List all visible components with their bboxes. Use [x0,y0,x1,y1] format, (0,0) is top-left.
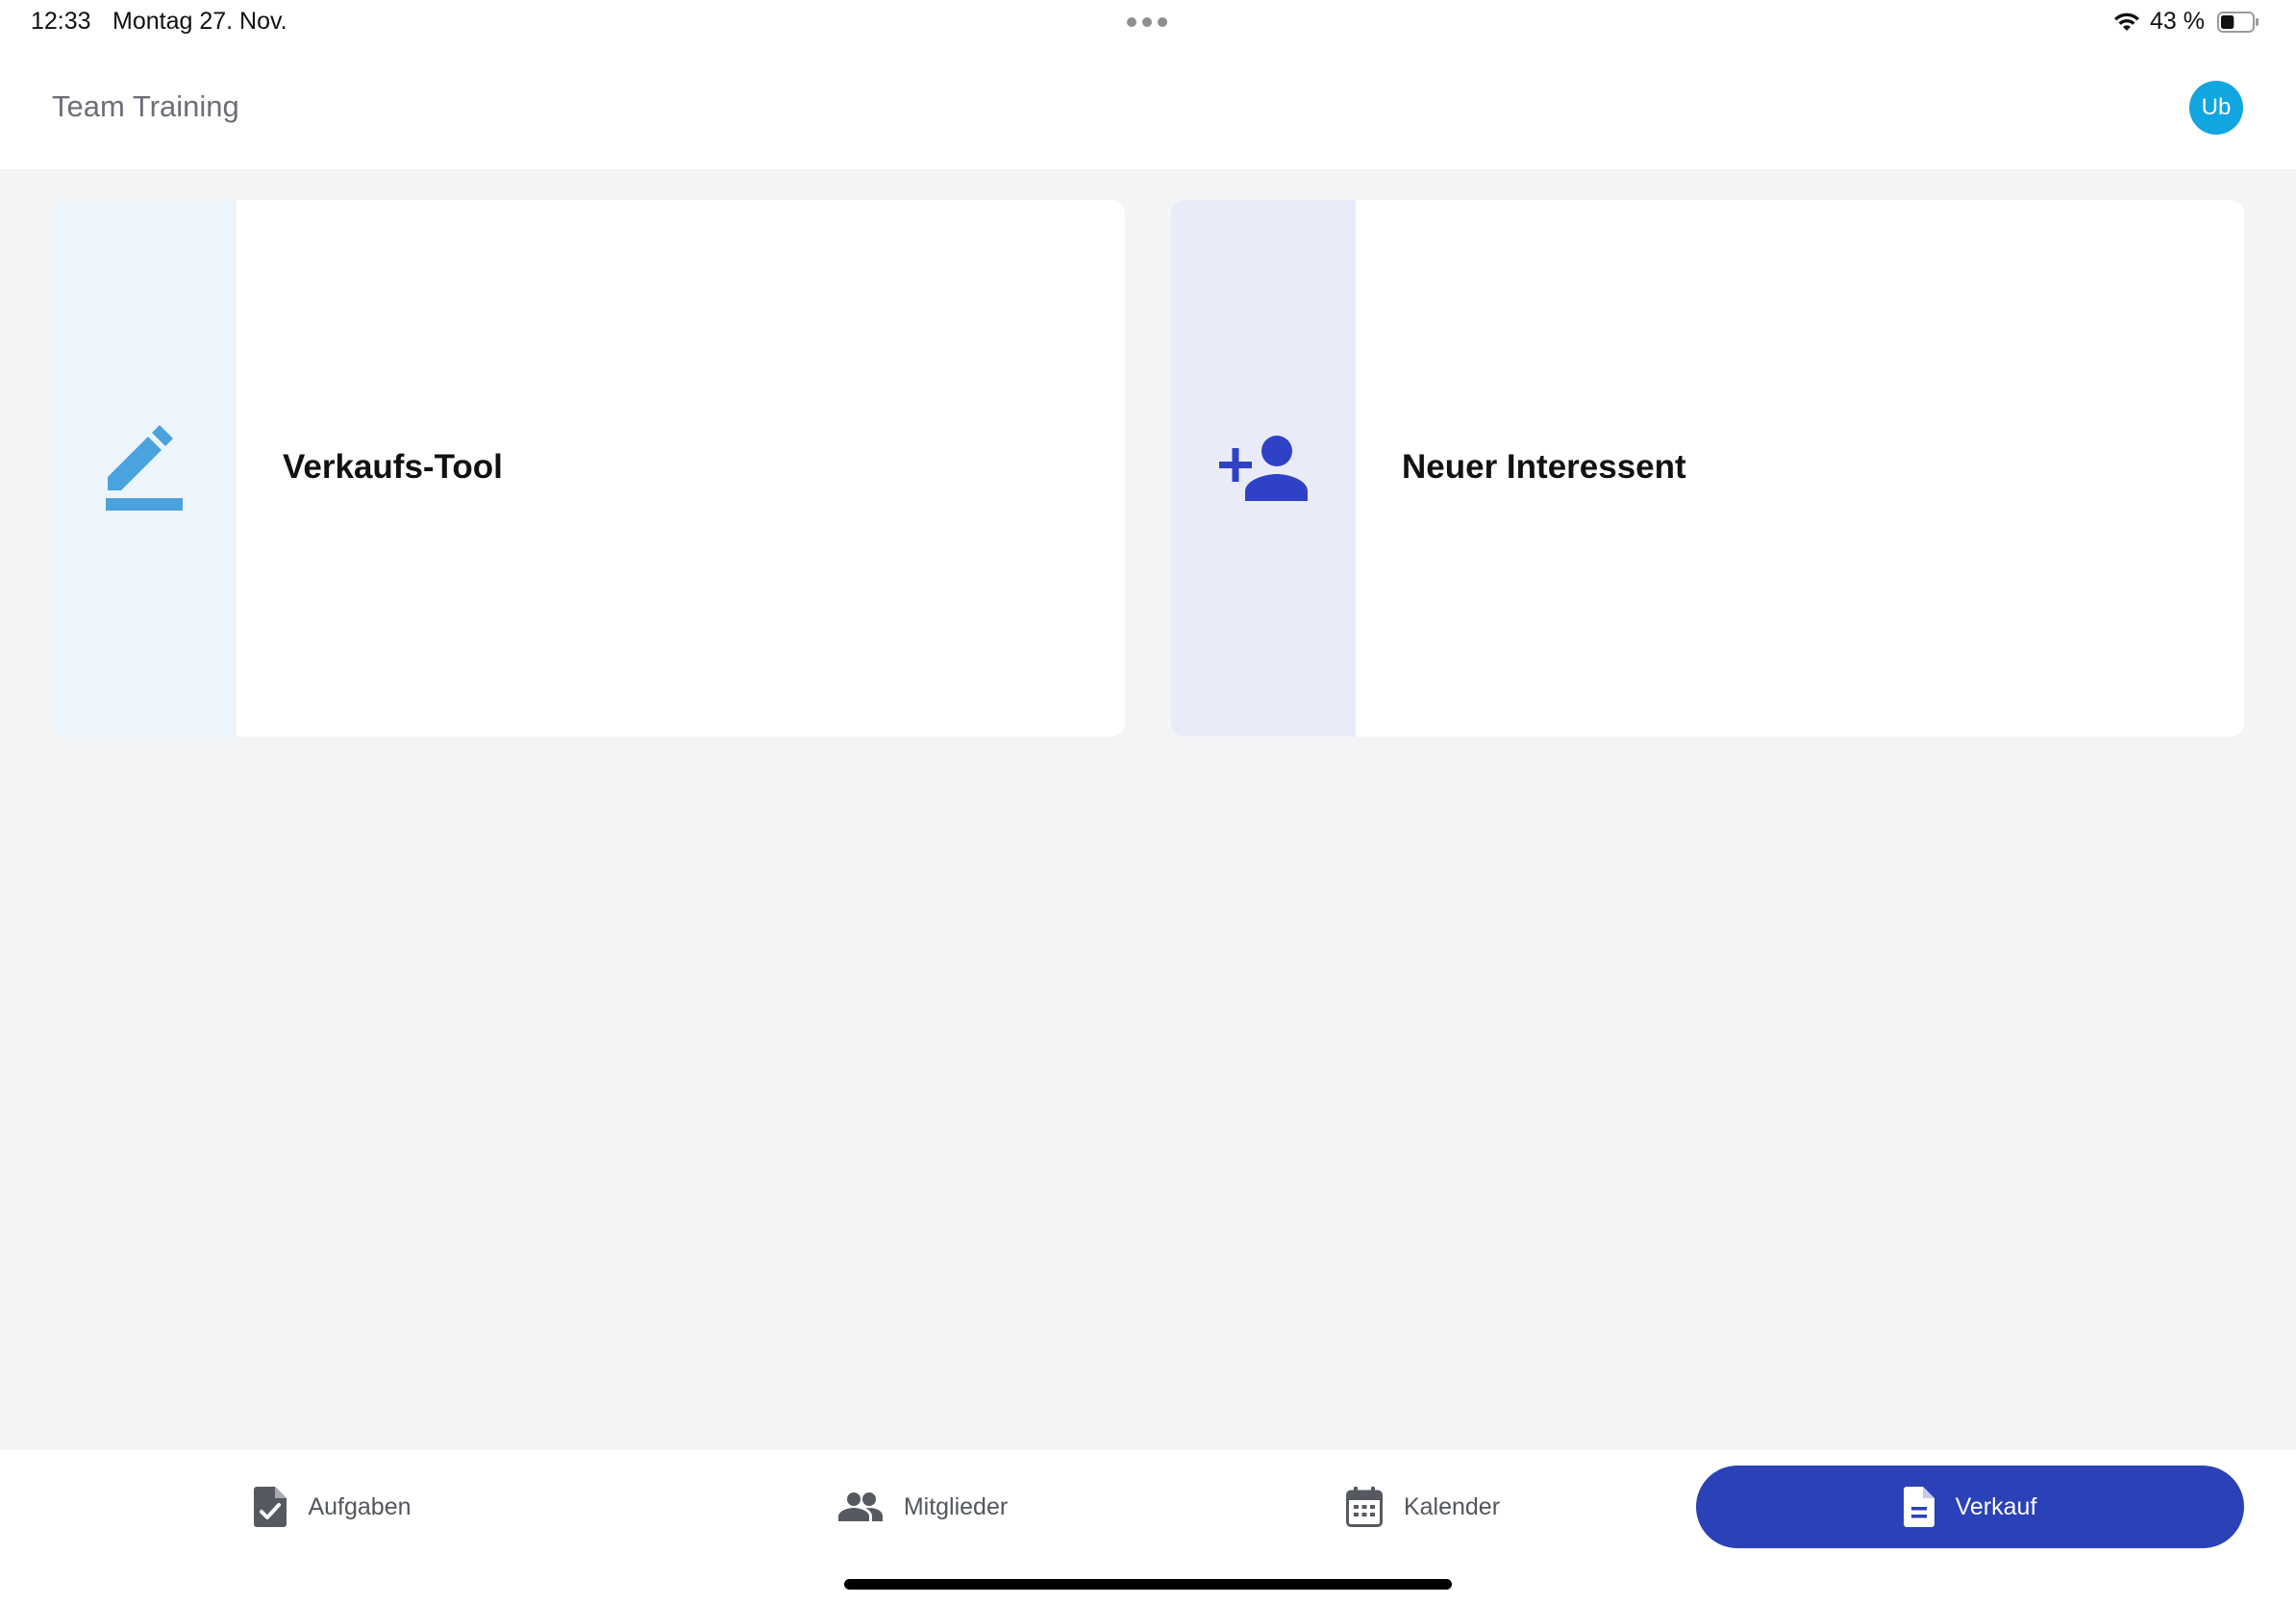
sales-tool-card[interactable]: Verkaufs-Tool [52,200,1125,737]
nav-item-mitglieder[interactable]: Mitglieder [731,1466,1115,1548]
card-label: Neuer Interessent [1402,448,1686,486]
main-content: Verkaufs-Tool Neuer Interessent [0,169,2296,1450]
new-prospect-card[interactable]: Neuer Interessent [1171,200,2244,737]
nav-label: Kalender [1403,1492,1501,1520]
people-icon [837,1492,883,1521]
card-label: Verkaufs-Tool [283,448,503,486]
nav-item-aufgaben[interactable]: Aufgaben [188,1466,477,1548]
status-bar: 12:33 Montag 27. Nov. 43 % [0,0,2296,46]
page-title: Team Training [52,89,239,123]
nav-item-verkauf[interactable]: Verkauf [1696,1466,2244,1548]
card-icon-panel [1171,200,1356,737]
nav-label: Mitglieder [903,1492,1009,1520]
add-person-icon [1219,436,1308,501]
wifi-icon [2114,13,2139,31]
pencil-icon [106,425,183,511]
avatar[interactable]: Ub [2189,81,2243,135]
more-dots-icon[interactable] [1127,17,1169,27]
bottom-navigation: Aufgaben Mitglieder Kalender Verkauf [0,1450,2296,1604]
card-icon-panel [52,200,237,737]
status-time: 12:33 [31,8,91,35]
nav-item-kalender[interactable]: Kalender [1279,1466,1567,1548]
battery-icon [2217,12,2259,33]
home-indicator[interactable] [844,1579,1452,1590]
nav-label: Verkauf [1955,1492,2037,1520]
app-header: Team Training Ub [0,46,2296,169]
battery-percent: 43 % [2150,8,2205,35]
status-date: Montag 27. Nov. [112,8,287,35]
document-icon [1903,1487,1934,1527]
task-check-icon [254,1487,287,1527]
nav-label: Aufgaben [308,1492,412,1520]
calendar-icon [1345,1487,1383,1527]
